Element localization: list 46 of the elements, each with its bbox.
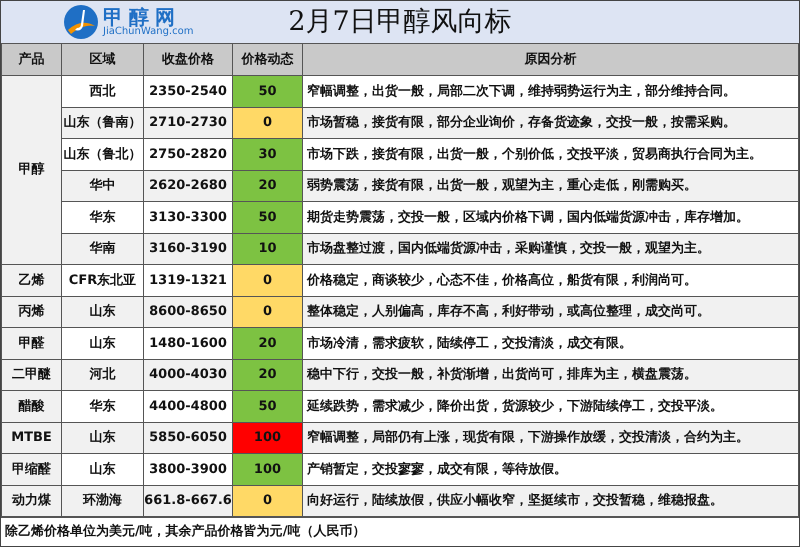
product-cell: 动力煤: [2, 485, 62, 516]
reason-cell: 延续跌势，需求减少，降价出货，货源较少，下游陆续停工，交投平淡。: [302, 390, 798, 422]
product-cell: 乙烯: [2, 264, 62, 296]
region-cell: 山东（鲁北）: [62, 138, 144, 170]
logo-icon: [63, 4, 99, 40]
change-cell: 50: [232, 76, 302, 107]
column-header: 产品: [2, 44, 62, 76]
page-title: 2月7日甲醇风向标: [288, 4, 512, 39]
reason-cell: 市场下跌，接货有限，出货一般，个别价低，交投平淡，贸易商执行合同为主。: [302, 138, 798, 170]
change-cell: 100: [232, 454, 302, 485]
change-cell: 100: [232, 422, 302, 454]
change-cell: 0: [232, 107, 302, 138]
reason-cell: 期货走势震荡，交投一般，区域内价格下调，国内低端货源冲击，库存增加。: [302, 202, 798, 233]
change-cell: 50: [232, 202, 302, 233]
product-cell: 甲醇: [2, 76, 62, 264]
reason-cell: 窄幅调整，出货一般，局部二次下调，维持弱势运行为主，部分维持合同。: [302, 76, 798, 107]
footnote: 除乙烯价格单位为美元/吨，其余产品价格皆为元/吨（人民币）: [5, 522, 366, 542]
region-cell: 华东: [62, 202, 144, 233]
product-cell: 甲醛: [2, 328, 62, 359]
logo-text: 甲醇网: [103, 7, 181, 27]
reason-cell: 向好运行，陆续放假，供应小幅收窄，坚挺续市，交投暂稳，维稳报盘。: [302, 485, 798, 516]
change-cell: 0: [232, 296, 302, 328]
region-cell: 山东: [62, 328, 144, 359]
region-cell: 西北: [62, 76, 144, 107]
reason-cell: 价格稳定，商谈较少，心态不佳，价格高位，船货有限，利润尚可。: [302, 264, 798, 296]
region-cell: CFR东北亚: [62, 264, 144, 296]
change-cell: 10: [232, 233, 302, 264]
region-cell: 山东: [62, 454, 144, 485]
change-cell: 20: [232, 170, 302, 202]
reason-cell: 产销暂定，交投寥寥，成交有限，等待放假。: [302, 454, 798, 485]
change-cell: 20: [232, 328, 302, 359]
change-cell: 20: [232, 359, 302, 390]
logo-domain: JiaChunWang.com: [103, 27, 194, 37]
product-cell: MTBE: [2, 422, 62, 454]
product-cell: 丙烯: [2, 296, 62, 328]
region-cell: 环渤海: [62, 485, 144, 516]
column-header: 原因分析: [302, 44, 798, 76]
change-cell: 0: [232, 264, 302, 296]
change-cell: 50: [232, 390, 302, 422]
change-cell: 30: [232, 138, 302, 170]
product-cell: 甲缩醛: [2, 454, 62, 485]
change-cell: 0: [232, 485, 302, 516]
region-cell: 华东: [62, 390, 144, 422]
product-cell: 醋酸: [2, 390, 62, 422]
product-cell: 二甲醚: [2, 359, 62, 390]
reason-cell: 市场冷清，需求疲软，陆续停工，交投清淡，成交有限。: [302, 328, 798, 359]
